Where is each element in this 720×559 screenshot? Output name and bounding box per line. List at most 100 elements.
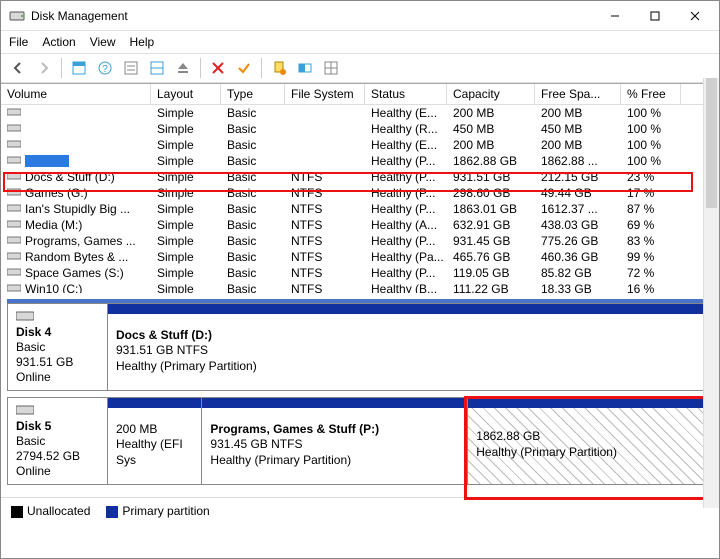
- app-icon: [9, 8, 25, 24]
- disk-state: Online: [16, 370, 99, 384]
- volume-icon: [7, 138, 21, 152]
- volume-name: Ian's Stupidly Big ...: [25, 202, 130, 216]
- disk-name: Disk 5: [16, 419, 99, 433]
- partition[interactable]: 1862.88 GB Healthy (Primary Partition): [468, 398, 712, 484]
- partition-status: Healthy (Primary Partition): [116, 359, 257, 373]
- new-volume-icon[interactable]: [268, 57, 290, 79]
- delete-icon[interactable]: [207, 57, 229, 79]
- volume-name: Media (M:): [25, 218, 82, 232]
- partition[interactable]: Docs & Stuff (D:)931.51 GB NTFS Healthy (…: [108, 304, 712, 390]
- table-row[interactable]: Games (G:)SimpleBasicNTFSHealthy (P...29…: [1, 185, 719, 201]
- volume-icon: [7, 282, 21, 293]
- settings-icon[interactable]: [120, 57, 142, 79]
- toolbar: ?: [1, 54, 719, 83]
- col-layout[interactable]: Layout: [151, 84, 221, 104]
- volume-name: Space Games (S:): [25, 266, 124, 280]
- table-row[interactable]: SimpleBasicHealthy (P...1862.88 GB1862.8…: [1, 153, 719, 169]
- partition[interactable]: 200 MBHealthy (EFI Sys: [108, 398, 202, 484]
- col-status[interactable]: Status: [365, 84, 447, 104]
- view-top-icon[interactable]: [68, 57, 90, 79]
- col-free[interactable]: Free Spa...: [535, 84, 621, 104]
- volume-icon: [7, 170, 21, 184]
- help-icon[interactable]: ?: [94, 57, 116, 79]
- table-row[interactable]: Win10 (C:)SimpleBasicNTFSHealthy (B...11…: [1, 281, 719, 293]
- col-volume[interactable]: Volume: [1, 84, 151, 104]
- partition-status: Healthy (Primary Partition): [210, 453, 351, 467]
- volume-icon: [7, 202, 21, 216]
- legend-primary: Primary partition: [106, 504, 209, 518]
- partition-title: Docs & Stuff (D:): [116, 328, 212, 342]
- disk-row: Disk 5Basic2794.52 GBOnline200 MBHealthy…: [7, 397, 713, 485]
- maximize-button[interactable]: [635, 2, 675, 30]
- disk-type: Basic: [16, 434, 99, 448]
- volume-icon: [7, 266, 21, 280]
- partition-size: 931.51 GB NTFS: [116, 343, 208, 357]
- titlebar: Disk Management: [1, 1, 719, 31]
- svg-text:?: ?: [102, 64, 108, 75]
- volume-icon: [7, 218, 21, 232]
- volume-name: Games (G:): [25, 186, 88, 200]
- table-row[interactable]: SimpleBasicHealthy (R...450 MB450 MB100 …: [1, 121, 719, 137]
- eject-icon[interactable]: [172, 57, 194, 79]
- partition-size: 200 MB: [116, 422, 157, 436]
- table-row[interactable]: Ian's Stupidly Big ...SimpleBasicNTFSHea…: [1, 201, 719, 217]
- menubar: File Action View Help: [1, 31, 719, 54]
- disk-label[interactable]: Disk 4Basic931.51 GBOnline: [8, 304, 108, 390]
- partition-size: 931.45 GB NTFS: [210, 437, 302, 451]
- menu-view[interactable]: View: [90, 35, 116, 49]
- legend: Unallocated Primary partition: [1, 497, 719, 524]
- table-header: Volume Layout Type File System Status Ca…: [1, 84, 719, 105]
- col-pct[interactable]: % Free: [621, 84, 681, 104]
- volume-table: Volume Layout Type File System Status Ca…: [1, 83, 719, 293]
- menu-file[interactable]: File: [9, 35, 28, 49]
- disk-size: 2794.52 GB: [16, 449, 99, 463]
- partition-status: Healthy (EFI Sys: [116, 437, 183, 467]
- partition-status: Healthy (Primary Partition): [476, 445, 617, 459]
- col-fs[interactable]: File System: [285, 84, 365, 104]
- partition[interactable]: Programs, Games & Stuff (P:)931.45 GB NT…: [202, 398, 468, 484]
- volume-name: Win10 (C:): [25, 282, 82, 293]
- disk-name: Disk 4: [16, 325, 99, 339]
- disk-size: 931.51 GB: [16, 355, 99, 369]
- menu-action[interactable]: Action: [42, 35, 75, 49]
- table-row[interactable]: SimpleBasicHealthy (E...200 MB200 MB100 …: [1, 137, 719, 153]
- disk-type: Basic: [16, 340, 99, 354]
- partition-title: Programs, Games & Stuff (P:): [210, 422, 379, 436]
- volume-icon: [7, 186, 21, 200]
- grid-icon[interactable]: [320, 57, 342, 79]
- disk-graphical-panel: Disk 4Basic931.51 GBOnlineDocs & Stuff (…: [7, 299, 713, 491]
- back-button[interactable]: [7, 57, 29, 79]
- col-type[interactable]: Type: [221, 84, 285, 104]
- volume-name: Docs & Stuff (D:): [25, 170, 115, 184]
- table-row[interactable]: SimpleBasicHealthy (E...200 MB200 MB100 …: [1, 105, 719, 121]
- table-row[interactable]: Space Games (S:)SimpleBasicNTFSHealthy (…: [1, 265, 719, 281]
- disk-icon: [16, 404, 34, 416]
- volume-icon: [7, 234, 21, 248]
- table-row[interactable]: Random Bytes & ...SimpleBasicNTFSHealthy…: [1, 249, 719, 265]
- volume-name: Random Bytes & ...: [25, 250, 128, 264]
- close-button[interactable]: [675, 2, 715, 30]
- legend-unallocated: Unallocated: [11, 504, 90, 518]
- table-row[interactable]: Docs & Stuff (D:)SimpleBasicNTFSHealthy …: [1, 169, 719, 185]
- volume-icon: [7, 122, 21, 136]
- disk-row: Disk 4Basic931.51 GBOnlineDocs & Stuff (…: [7, 303, 713, 391]
- volume-icon: [7, 106, 21, 120]
- table-row[interactable]: Programs, Games ...SimpleBasicNTFSHealth…: [1, 233, 719, 249]
- menu-help[interactable]: Help: [130, 35, 155, 49]
- disk-label[interactable]: Disk 5Basic2794.52 GBOnline: [8, 398, 108, 484]
- window-title: Disk Management: [31, 9, 595, 23]
- disk-state: Online: [16, 464, 99, 478]
- table-row[interactable]: Media (M:)SimpleBasicNTFSHealthy (A...63…: [1, 217, 719, 233]
- disk-icon: [16, 310, 34, 322]
- minimize-button[interactable]: [595, 2, 635, 30]
- col-capacity[interactable]: Capacity: [447, 84, 535, 104]
- forward-button[interactable]: [33, 57, 55, 79]
- volume-name: Programs, Games ...: [25, 234, 136, 248]
- partition-size: 1862.88 GB: [476, 429, 540, 443]
- vertical-scrollbar[interactable]: [703, 78, 719, 508]
- volume-icon: [7, 250, 21, 264]
- toggle-icon[interactable]: [294, 57, 316, 79]
- view-list-icon[interactable]: [146, 57, 168, 79]
- check-icon[interactable]: [233, 57, 255, 79]
- volume-icon: [7, 154, 21, 168]
